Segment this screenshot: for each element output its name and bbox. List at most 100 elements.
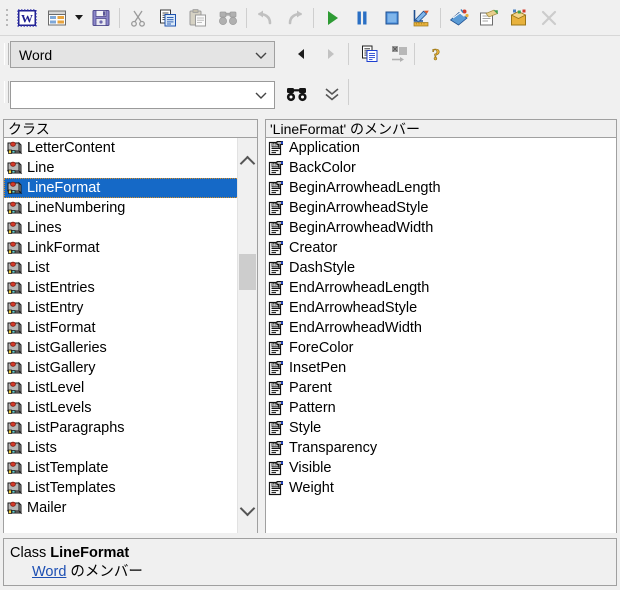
chevron-down-icon[interactable]: [248, 42, 274, 67]
list-item[interactable]: ListLevel: [4, 378, 257, 398]
list-item[interactable]: ListEntry: [4, 298, 257, 318]
design-mode-icon[interactable]: [407, 3, 437, 33]
list-item-label: ListGallery: [27, 360, 96, 376]
break-icon[interactable]: [347, 3, 377, 33]
library-combo[interactable]: Word: [10, 41, 275, 68]
list-item[interactable]: Parent: [266, 378, 616, 398]
cut-icon[interactable]: [123, 3, 153, 33]
list-item-label: ListTemplates: [27, 480, 116, 496]
arrow-right-icon: [328, 49, 334, 59]
list-item-label: InsetPen: [289, 360, 347, 376]
members-pane-header: 'LineFormat' のメンバー: [265, 119, 617, 138]
list-item[interactable]: LinkFormat: [4, 238, 257, 258]
list-item[interactable]: Transparency: [266, 438, 616, 458]
list-item[interactable]: ListLevels: [4, 398, 257, 418]
toolbox-icon[interactable]: [534, 3, 564, 33]
copy-icon[interactable]: [153, 3, 183, 33]
list-item[interactable]: Application: [266, 138, 616, 158]
paste-icon[interactable]: [183, 3, 213, 33]
toolbar-grip[interactable]: [3, 7, 11, 29]
list-item[interactable]: ListTemplate: [4, 458, 257, 478]
list-item[interactable]: EndArrowheadLength: [266, 278, 616, 298]
view-definition-button[interactable]: [386, 40, 414, 67]
save-icon[interactable]: [86, 3, 116, 33]
list-item[interactable]: BeginArrowheadLength: [266, 178, 616, 198]
redo-icon[interactable]: [280, 3, 310, 33]
list-item-label: Lines: [27, 220, 62, 236]
list-item[interactable]: ListFormat: [4, 318, 257, 338]
help-button[interactable]: ?: [422, 40, 450, 67]
list-item[interactable]: DashStyle: [266, 258, 616, 278]
list-item[interactable]: Style: [266, 418, 616, 438]
scroll-down-button[interactable]: [238, 500, 257, 519]
list-item[interactable]: Pattern: [266, 398, 616, 418]
project-explorer-icon[interactable]: W: [12, 3, 42, 33]
list-item-label: Weight: [289, 480, 334, 496]
list-item[interactable]: InsetPen: [266, 358, 616, 378]
window-list-dropdown[interactable]: [72, 4, 86, 32]
project-explorer2-icon[interactable]: [444, 3, 474, 33]
list-item[interactable]: ForeColor: [266, 338, 616, 358]
search-input[interactable]: [10, 81, 275, 109]
list-item[interactable]: LetterContent: [4, 138, 257, 158]
list-item[interactable]: ListParagraphs: [4, 418, 257, 438]
list-item-label: Visible: [289, 460, 332, 476]
list-item[interactable]: ListTemplates: [4, 478, 257, 498]
undo-icon[interactable]: [250, 3, 280, 33]
detail-library-link[interactable]: Word: [32, 564, 66, 580]
search-button[interactable]: [283, 81, 311, 108]
list-item[interactable]: LineNumbering: [4, 198, 257, 218]
properties-icon[interactable]: [474, 3, 504, 33]
class-icon: [6, 460, 23, 476]
members-pane-body: Application BackColor BeginArrowheadLength…: [265, 138, 617, 534]
list-item-label: ListFormat: [27, 320, 96, 336]
list-item[interactable]: BackColor: [266, 158, 616, 178]
horizontal-splitter[interactable]: [3, 533, 617, 536]
list-item[interactable]: ListGalleries: [4, 338, 257, 358]
classes-scrollbar[interactable]: [237, 138, 257, 533]
members-list[interactable]: Application BackColor BeginArrowheadLength…: [266, 138, 616, 533]
run-icon[interactable]: [317, 3, 347, 33]
library-bar-grip[interactable]: [4, 43, 9, 65]
back-button[interactable]: [288, 43, 314, 65]
list-item-label: LineNumbering: [27, 200, 126, 216]
property-icon: [268, 360, 285, 376]
properties-window-icon[interactable]: [42, 3, 72, 33]
list-item[interactable]: ListGallery: [4, 358, 257, 378]
find-icon[interactable]: [213, 3, 243, 33]
bar-separator: [348, 79, 349, 105]
list-item[interactable]: Weight: [266, 478, 616, 498]
property-icon: [268, 280, 285, 296]
list-item[interactable]: LineFormat: [4, 178, 257, 198]
property-icon: [268, 200, 285, 216]
list-item[interactable]: Line: [4, 158, 257, 178]
list-item[interactable]: Mailer: [4, 498, 257, 518]
detail-kind: Class: [10, 545, 47, 561]
class-icon: [6, 440, 23, 456]
list-item-label: Transparency: [289, 440, 378, 456]
list-item[interactable]: Lines: [4, 218, 257, 238]
scrollbar-thumb[interactable]: [239, 254, 256, 290]
toggle-search-results-button[interactable]: [318, 81, 346, 108]
list-item-label: Mailer: [27, 500, 67, 516]
object-browser-icon[interactable]: [504, 3, 534, 33]
list-item[interactable]: Visible: [266, 458, 616, 478]
list-item[interactable]: BeginArrowheadWidth: [266, 218, 616, 238]
list-item[interactable]: EndArrowheadStyle: [266, 298, 616, 318]
reset-icon[interactable]: [377, 3, 407, 33]
list-item-label: Pattern: [289, 400, 336, 416]
list-item[interactable]: Creator: [266, 238, 616, 258]
chevron-down-icon[interactable]: [248, 82, 274, 108]
list-item[interactable]: List: [4, 258, 257, 278]
list-item[interactable]: Lists: [4, 438, 257, 458]
copy-to-clipboard-button[interactable]: [356, 40, 384, 67]
bar-separator: [414, 43, 415, 65]
scroll-up-button[interactable]: [238, 152, 257, 171]
list-item-label: ListEntries: [27, 280, 95, 296]
forward-button[interactable]: [318, 43, 344, 65]
search-bar-grip[interactable]: [4, 81, 9, 103]
list-item[interactable]: ListEntries: [4, 278, 257, 298]
classes-list[interactable]: LetterContent Line LineFormat LineNumbering…: [4, 138, 257, 533]
list-item[interactable]: BeginArrowheadStyle: [266, 198, 616, 218]
list-item[interactable]: EndArrowheadWidth: [266, 318, 616, 338]
